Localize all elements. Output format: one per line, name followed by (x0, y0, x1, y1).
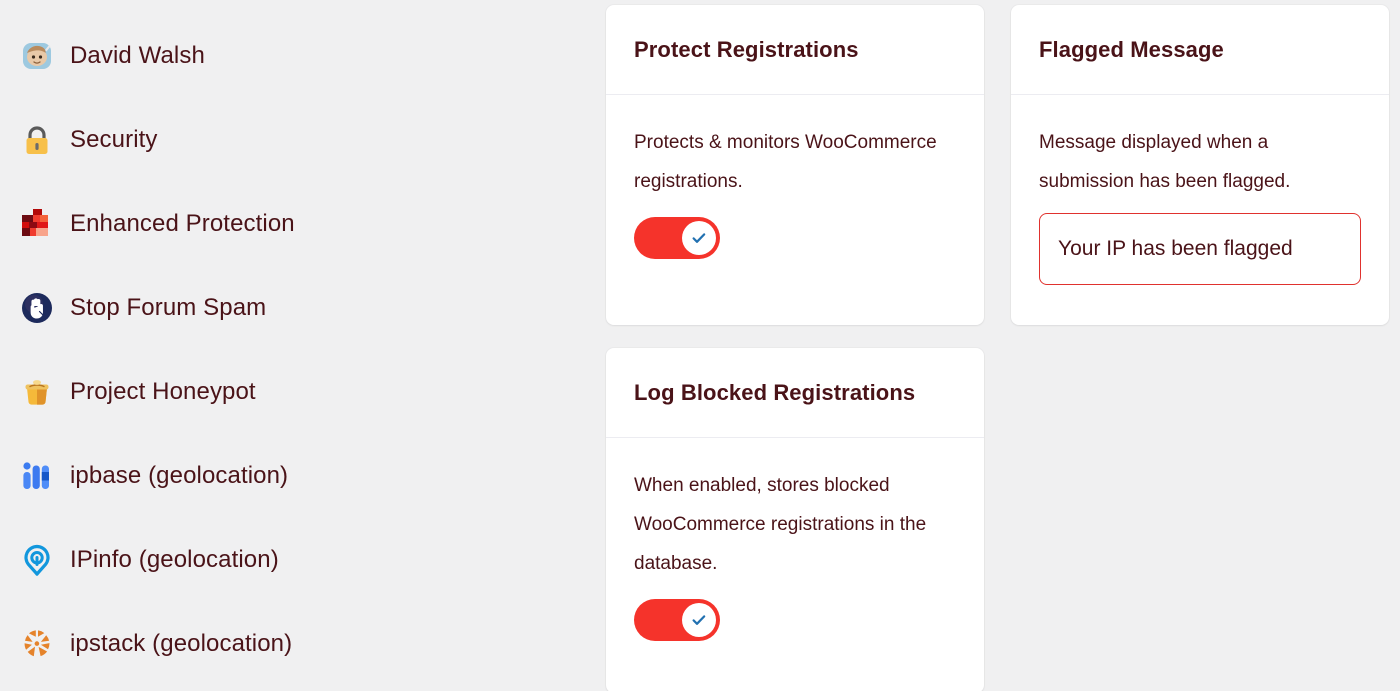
check-icon (692, 615, 706, 625)
ipstack-globe-icon (20, 627, 54, 661)
card-body: Protects & monitors WooCommerce registra… (606, 95, 984, 259)
card-title: Flagged Message (1039, 36, 1224, 62)
ipinfo-pin-icon (20, 543, 54, 577)
card-title: Log Blocked Registrations (634, 379, 916, 405)
sidebar-item-label: IPinfo (geolocation) (70, 545, 279, 573)
card-header: Log Blocked Registrations (606, 348, 984, 438)
sidebar-item-project-honeypot[interactable]: Project Honeypot (0, 350, 600, 434)
sidebar-item-security[interactable]: Security (0, 98, 600, 182)
flagged-message-input[interactable] (1039, 213, 1361, 285)
card-description: When enabled, stores blocked WooCommerce… (634, 475, 927, 574)
sidebar-item-david-walsh[interactable]: David Walsh (0, 14, 600, 98)
sidebar-item-ipinfo[interactable]: IPinfo (geolocation) (0, 518, 600, 602)
toggle-knob (682, 221, 716, 255)
toggle-protect-registrations[interactable] (634, 217, 720, 259)
enhanced-protection-blocks-icon (20, 207, 54, 241)
card-header: Protect Registrations (606, 5, 984, 95)
sidebar-item-label: Security (70, 125, 158, 153)
sidebar-item-label: Project Honeypot (70, 377, 256, 405)
sidebar-item-label: ipstack (geolocation) (70, 629, 293, 657)
sidebar-nav: David Walsh Security Enhanced Protection… (0, 0, 600, 691)
stop-hand-icon (20, 291, 54, 325)
settings-cards-area: Protect Registrations Protects & monitor… (606, 0, 1400, 691)
card-header: Flagged Message (1011, 5, 1389, 95)
card-flagged-message: Flagged Message Message displayed when a… (1011, 5, 1389, 325)
lock-icon (20, 123, 54, 157)
sidebar-item-label: ipbase (geolocation) (70, 461, 289, 489)
sidebar-item-label: Enhanced Protection (70, 209, 295, 237)
toggle-knob (682, 603, 716, 637)
card-description: Message displayed when a submission has … (1039, 132, 1291, 192)
honeypot-jar-icon (20, 375, 54, 409)
card-body: When enabled, stores blocked WooCommerce… (606, 438, 984, 641)
card-body: Message displayed when a submission has … (1011, 95, 1389, 285)
sidebar-item-ipbase[interactable]: ipbase (geolocation) (0, 434, 600, 518)
toggle-log-blocked-registrations[interactable] (634, 599, 720, 641)
sidebar-item-stop-forum-spam[interactable]: Stop Forum Spam (0, 266, 600, 350)
sidebar-item-label: Stop Forum Spam (70, 293, 267, 321)
ipbase-bars-icon (20, 459, 54, 493)
card-title: Protect Registrations (634, 36, 859, 62)
sidebar-item-enhanced-protection[interactable]: Enhanced Protection (0, 182, 600, 266)
sidebar-item-label: David Walsh (70, 41, 205, 69)
card-description: Protects & monitors WooCommerce registra… (634, 132, 937, 192)
sidebar-item-ipstack[interactable]: ipstack (geolocation) (0, 602, 600, 686)
card-log-blocked-registrations: Log Blocked Registrations When enabled, … (606, 348, 984, 691)
check-icon (692, 233, 706, 243)
avatar-david-walsh-icon (20, 39, 54, 73)
card-protect-registrations: Protect Registrations Protects & monitor… (606, 5, 984, 325)
